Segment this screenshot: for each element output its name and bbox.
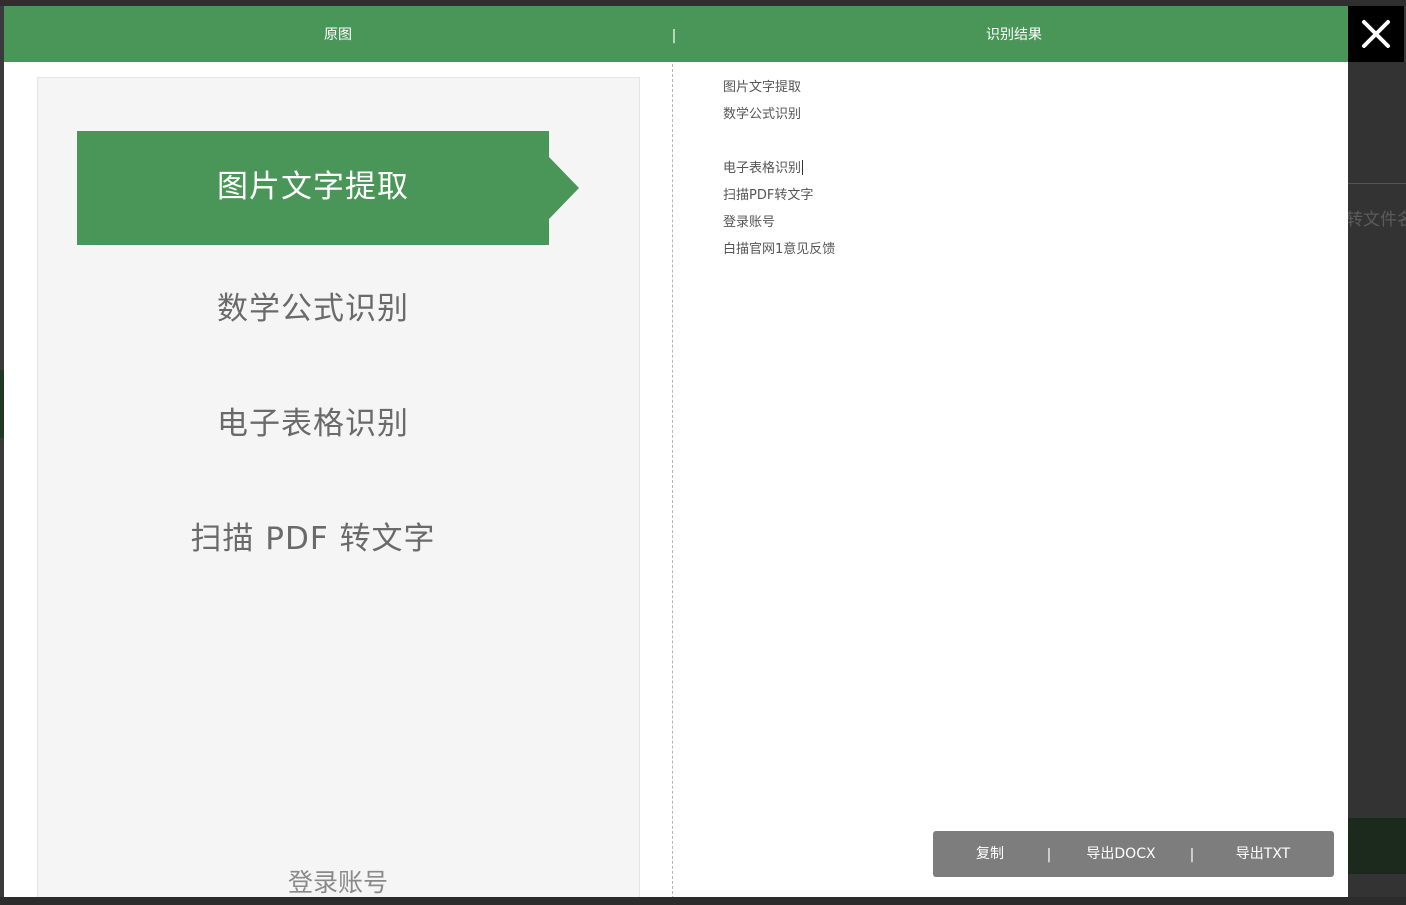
result-line: 数学公式识别 [723, 107, 802, 122]
action-separator: | [1189, 847, 1195, 863]
export-docx-button[interactable]: 导出DOCX [1071, 831, 1171, 877]
preview-active-menu-item: 图片文字提取 [77, 131, 549, 245]
close-button[interactable] [1348, 6, 1404, 62]
result-line: 登录账号 [723, 215, 776, 230]
close-x-icon [1362, 20, 1390, 48]
preview-menu-item: 数学公式识别 [217, 291, 409, 327]
preview-login-text: 登录账号 [287, 868, 388, 897]
background-bottom-strip [0, 897, 1406, 905]
background-right-text: 转文件名 [1346, 210, 1406, 230]
copy-button[interactable]: 复制 [953, 831, 1027, 877]
preview-menu-item: 电子表格识别 [217, 406, 409, 442]
result-line: 图片文字提取 [723, 80, 802, 95]
recognition-result-title: 识别结果 [986, 27, 1042, 43]
preview-menu-item: 扫描 PDF 转文字 [190, 521, 436, 557]
original-image-preview: 图片文字提取 数学公式识别 电子表格识别 扫描 PDF 转文字 登录账号 [37, 77, 640, 897]
preview-arrow-icon [549, 157, 579, 219]
action-separator: | [1046, 847, 1052, 863]
result-line-with-caret: 电子表格识别 [723, 155, 1323, 182]
result-line: 白描官网1意见反馈 [723, 242, 836, 257]
result-line [723, 128, 1323, 155]
result-line-text: 电子表格识别 [723, 161, 802, 176]
panel-divider [672, 64, 673, 897]
original-image-title: 原图 [324, 27, 352, 43]
header-separator: | [671, 28, 677, 44]
result-text-area[interactable]: 图片文字提取 数学公式识别 电子表格识别 扫描PDF转文字 登录账号 白描官网1… [723, 74, 1323, 263]
result-line: 扫描PDF转文字 [723, 188, 814, 203]
background-right-panel [1348, 62, 1406, 905]
ocr-result-modal: 原图 | 识别结果 图片文字提取 数学公式识别 电子表格识别 扫描 PDF 转文… [4, 6, 1348, 897]
text-caret [802, 160, 804, 175]
modal-header: 原图 | 识别结果 [4, 6, 1348, 62]
background-divider [1348, 183, 1406, 184]
export-txt-button[interactable]: 导出TXT [1218, 831, 1308, 877]
action-bar: 复制 | 导出DOCX | 导出TXT [933, 831, 1334, 877]
